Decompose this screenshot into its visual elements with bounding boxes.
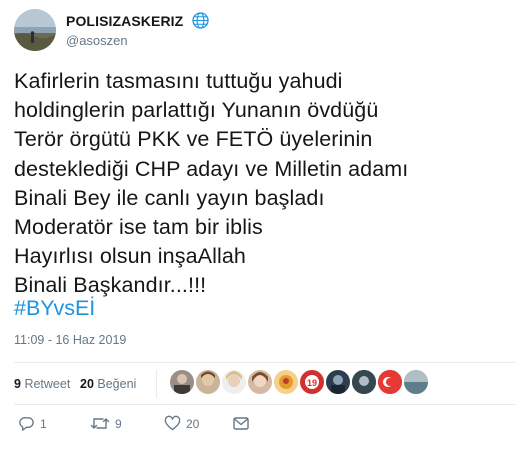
globe-icon	[192, 12, 209, 29]
envelope-icon	[233, 417, 249, 430]
like-stat-label: Beğeni	[97, 377, 137, 391]
liker-avatar[interactable]	[352, 370, 376, 394]
divider	[14, 362, 516, 363]
tweet-actions: 1 9 20	[14, 412, 516, 440]
reply-icon	[19, 417, 34, 431]
retweet-stat-label: Retweet	[24, 377, 71, 391]
direct-message-button[interactable]	[232, 415, 250, 432]
tweet-text: Kafirlerin tasmasını tuttuğu yahudi hold…	[14, 69, 409, 298]
liker-avatar[interactable]	[248, 370, 272, 394]
divider	[14, 404, 516, 405]
user-handle[interactable]: @asoszen	[66, 33, 209, 48]
user-names: POLISIZASKERIZ @asoszen	[66, 12, 209, 48]
liker-avatar[interactable]	[378, 370, 402, 394]
liker-avatar[interactable]	[274, 370, 298, 394]
heart-icon	[164, 415, 181, 431]
retweet-count: 9	[115, 416, 122, 431]
like-stat-count: 20	[80, 377, 94, 391]
liker-avatar[interactable]	[196, 370, 220, 394]
like-button[interactable]: 20	[164, 415, 199, 432]
retweet-button[interactable]: 9	[90, 415, 122, 432]
like-count: 20	[186, 416, 200, 431]
liker-avatar[interactable]	[222, 370, 246, 394]
hashtag-link[interactable]: #BYvsEİ	[14, 294, 95, 323]
retweet-stat-count: 9	[14, 377, 21, 391]
liker-avatar[interactable]	[404, 370, 428, 394]
retweet-stat[interactable]: 9 Retweet	[14, 377, 70, 391]
stat-separator	[156, 370, 157, 398]
retweet-icon	[90, 418, 110, 429]
display-name[interactable]: POLISIZASKERIZ	[66, 13, 183, 29]
tweet-timestamp[interactable]: 11:09 - 16 Haz 2019	[14, 333, 126, 347]
liker-avatar[interactable]	[326, 370, 350, 394]
landscape-avatar-image	[14, 9, 56, 51]
avatar[interactable]	[14, 9, 56, 51]
reply-count: 1	[40, 416, 47, 431]
liker-avatar[interactable]	[170, 370, 194, 394]
liker-avatar[interactable]: 19	[300, 370, 324, 394]
like-stat[interactable]: 20 Beğeni	[80, 377, 136, 391]
tweet-header: POLISIZASKERIZ @asoszen	[14, 9, 514, 53]
reply-button[interactable]: 1	[18, 415, 47, 432]
svg-text:19: 19	[307, 378, 317, 388]
engagement-stats: 9 Retweet 20 Beğeni 19	[14, 366, 516, 402]
